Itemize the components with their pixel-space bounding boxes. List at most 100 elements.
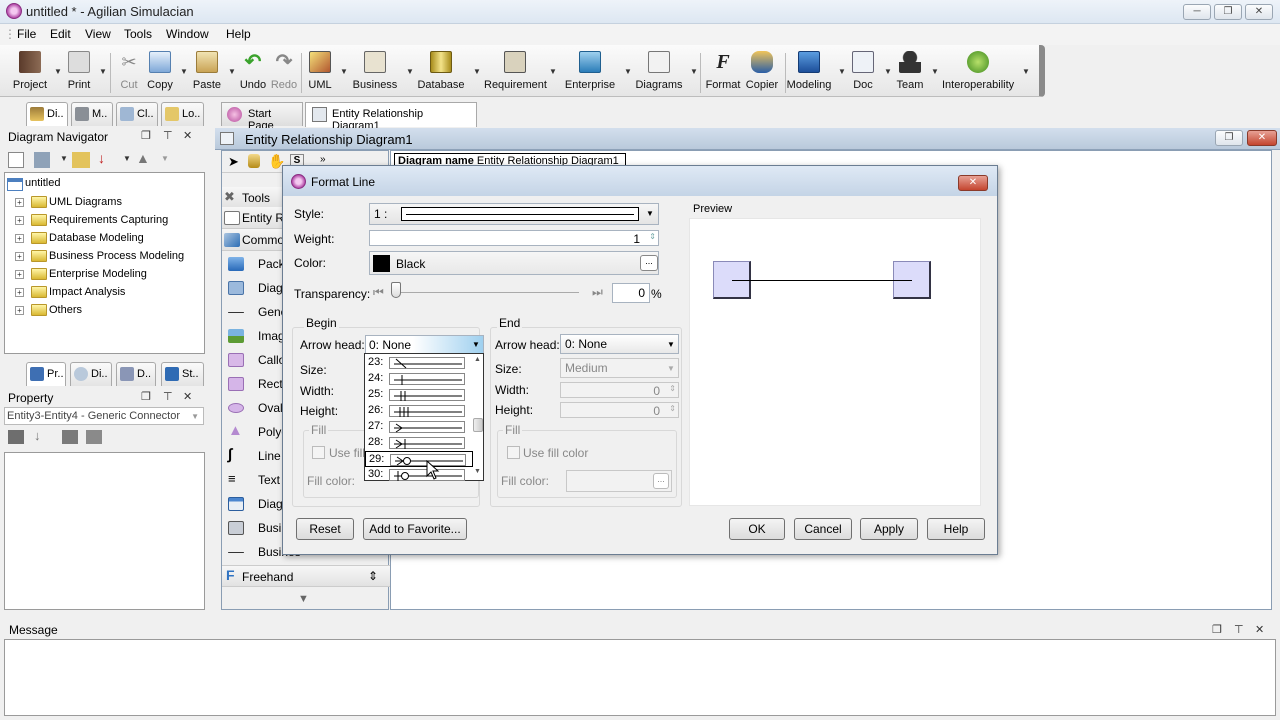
tab-logical-view[interactable]: Lo.. [161,102,204,126]
tab-model-explorer[interactable]: M.. [71,102,113,126]
interoperability-button[interactable]: Interoperability [942,49,1014,95]
end-arrow-select[interactable]: 0: None ▼ [560,334,679,354]
end-fill-color-picker[interactable]: ... [566,470,672,492]
pin-panel-icon[interactable]: ⊤ [1234,623,1244,636]
project-dropdown[interactable]: ▼ [54,67,62,76]
new-diagram-icon[interactable] [8,152,24,168]
tree-item[interactable]: + UML Diagrams [11,195,201,211]
begin-use-fill-checkbox[interactable] [312,446,325,459]
tree-view-icon[interactable] [34,152,50,168]
print-dropdown[interactable]: ▼ [99,67,107,76]
scroll-up-icon[interactable]: ▲ [474,356,481,363]
close-panel-icon[interactable]: ✕ [1255,623,1264,636]
arrow-option[interactable]: 27: [365,419,473,435]
style-select[interactable]: 1 : ▼ [369,203,659,225]
redo-button[interactable]: ↷ Redo [270,49,298,95]
float-panel-icon[interactable]: ❐ [1212,623,1222,636]
tree-item[interactable]: + Database Modeling [11,231,201,247]
uml-button[interactable]: UML [305,49,335,95]
interoperability-dropdown[interactable]: ▼ [1022,67,1030,76]
tree-item[interactable]: + Impact Analysis [11,285,201,301]
copy-button[interactable]: Copy [144,49,176,95]
minimize-button[interactable]: ─ [1183,4,1211,20]
format-button[interactable]: F Format [705,49,741,95]
scroll-down-icon[interactable]: ▼ [298,593,309,605]
collapse-all-icon[interactable] [86,430,102,444]
close-window-button[interactable]: ✕ [1245,4,1273,20]
color-picker[interactable]: Black ... [369,251,659,275]
expand-icon[interactable]: + [15,198,24,207]
dropdown-scrollbar[interactable]: ▲ ▼ [473,354,483,480]
add-to-favorite-button[interactable]: Add to Favorite... [363,518,467,540]
print-button[interactable]: Print [62,49,96,95]
end-size-select[interactable]: Medium ▼ [560,358,679,378]
expand-icon[interactable]: + [15,252,24,261]
help-button[interactable]: Help [927,518,985,540]
slider-min-icon[interactable]: ⏮ [373,285,384,300]
open-folder-icon[interactable] [72,152,90,168]
expand-icon[interactable]: + [15,270,24,279]
restore-document-button[interactable]: ❐ [1215,130,1243,146]
dialog-close-button[interactable]: ✕ [958,175,988,191]
pin-panel-icon[interactable]: ⊤ [163,129,173,142]
property-selector[interactable]: Entity3-Entity4 - Generic Connector ▼ [4,407,204,425]
tree-item[interactable]: + Requirements Capturing [11,213,201,229]
spinner-arrows-icon[interactable]: ⇕ [649,232,656,241]
paste-dropdown[interactable]: ▼ [228,67,236,76]
pin-panel-icon[interactable]: ⊤ [163,390,173,403]
tree-item[interactable]: + Enterprise Modeling [11,267,201,283]
resize-handle-icon[interactable]: ⇕ [368,569,378,583]
arrow-option-highlighted[interactable]: 29: [365,451,473,467]
go-up-dropdown[interactable]: ▼ [161,154,169,163]
diagrams-dropdown[interactable]: ▼ [690,67,698,76]
end-height-spinner[interactable]: 0 ⇕ [560,402,679,418]
close-panel-icon[interactable]: ✕ [183,390,192,403]
menu-window[interactable]: Window [166,27,209,41]
select-tool-icon[interactable]: ➤ [228,154,239,170]
reset-button[interactable]: Reset [296,518,354,540]
transparency-input[interactable]: 0 [612,283,650,303]
business-dropdown[interactable]: ▼ [406,67,414,76]
doc-button[interactable]: Doc [848,49,878,95]
project-button[interactable]: Project [8,49,52,95]
copier-button[interactable]: Copier [744,49,780,95]
scroll-down-icon[interactable]: ▼ [474,468,481,475]
tree-item[interactable]: + Business Process Modeling [11,249,201,265]
database-button[interactable]: Database [416,49,466,95]
end-width-spinner[interactable]: 0 ⇕ [560,382,679,398]
expand-icon[interactable]: + [15,234,24,243]
tab-documentation[interactable]: D.. [116,362,156,386]
spinner-arrows-icon[interactable]: ⇕ [669,404,676,413]
menu-tools[interactable]: Tools [124,27,152,41]
color-browse-button[interactable]: ... [640,255,658,271]
team-dropdown[interactable]: ▼ [931,67,939,76]
float-panel-icon[interactable]: ❐ [141,129,151,142]
more-tools-icon[interactable]: » [320,154,326,165]
tab-class-repository[interactable]: Cl.. [116,102,158,126]
menu-file[interactable]: File [17,27,36,41]
begin-arrow-select[interactable]: 0: None ▼ [365,335,484,354]
sort-alpha-icon[interactable]: ↓ [34,428,41,443]
lock-icon[interactable] [248,154,260,168]
copy-dropdown[interactable]: ▼ [180,67,188,76]
sort-icon[interactable]: ↓ [98,150,105,166]
expand-icon[interactable]: + [15,306,24,315]
tab-diagram-navigator[interactable]: Di.. [26,102,68,126]
menu-edit[interactable]: Edit [50,27,71,41]
menu-help[interactable]: Help [226,27,251,41]
arrow-option[interactable]: 28: [365,435,473,451]
palette-item-freehand[interactable]: F Freehand ⇕ [222,565,390,587]
enterprise-dropdown[interactable]: ▼ [624,67,632,76]
weight-spinner[interactable]: 1 ⇕ [369,230,659,246]
diagrams-button[interactable]: Diagrams [634,49,684,95]
tab-start-page[interactable]: Start Page [221,102,303,132]
restore-button[interactable]: ❐ [1214,4,1242,20]
tab-diagram-overview[interactable]: Di.. [70,362,112,386]
slider-max-icon[interactable]: ⏭ [592,285,603,300]
tab-property[interactable]: Pr.. [26,362,66,386]
expand-icon[interactable]: + [15,288,24,297]
close-document-button[interactable]: ✕ [1247,130,1277,146]
business-button[interactable]: Business [350,49,400,95]
team-button[interactable]: Team [893,49,927,95]
fill-color-browse-button[interactable]: ... [653,473,669,489]
